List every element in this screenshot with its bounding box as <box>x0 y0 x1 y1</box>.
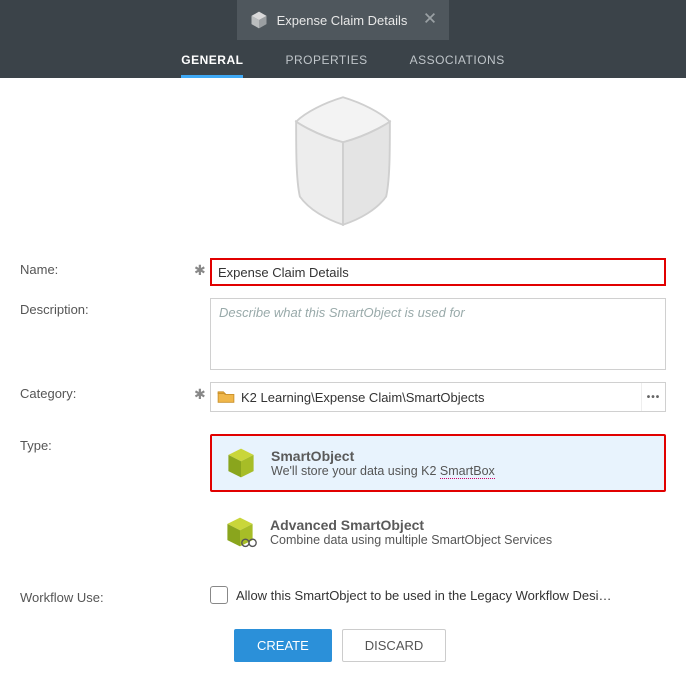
row-name: Name: ✱ <box>20 252 666 292</box>
create-button[interactable]: CREATE <box>234 629 332 662</box>
smartobject-icon <box>223 445 259 481</box>
content-area: Name: ✱ Description: Category: ✱ K <box>0 78 686 682</box>
category-browse-button[interactable]: ••• <box>641 383 665 411</box>
discard-button[interactable]: DISCARD <box>342 629 447 662</box>
tab-general[interactable]: GENERAL <box>181 43 243 78</box>
required-star-icon: ✱ <box>194 386 204 403</box>
workflow-use-checkbox-label: Allow this SmartObject to be used in the… <box>236 588 611 603</box>
cube-icon <box>249 10 269 30</box>
description-input[interactable] <box>210 298 666 370</box>
advanced-smartobject-icon <box>222 514 258 550</box>
name-label: Name: <box>20 258 194 277</box>
category-value: K2 Learning\Expense Claim\SmartObjects <box>241 390 641 405</box>
type-smartobject-sub-link: SmartBox <box>440 464 495 479</box>
category-picker[interactable]: K2 Learning\Expense Claim\SmartObjects •… <box>210 382 666 412</box>
smartobject-cube-icon <box>268 86 418 236</box>
category-label: Category: <box>20 382 194 401</box>
row-category: Category: ✱ K2 Learning\Expense Claim\Sm… <box>20 376 666 418</box>
folder-icon <box>217 390 235 404</box>
type-advanced-title: Advanced SmartObject <box>270 517 552 533</box>
description-label: Description: <box>20 298 194 317</box>
workflow-use-checkbox[interactable] <box>210 586 228 604</box>
window-title-tab: Expense Claim Details <box>237 0 450 40</box>
type-advanced-subtitle: Combine data using multiple SmartObject … <box>270 533 552 547</box>
tab-associations[interactable]: ASSOCIATIONS <box>410 43 505 78</box>
tab-properties[interactable]: PROPERTIES <box>285 43 367 78</box>
workflow-label: Workflow Use: <box>20 586 194 605</box>
illustration-wrap <box>0 78 686 248</box>
row-type: Type: SmartObject <box>20 428 666 566</box>
close-icon[interactable] <box>423 11 437 30</box>
type-label: Type: <box>20 434 194 453</box>
window-title: Expense Claim Details <box>277 13 408 28</box>
window-header: Expense Claim Details <box>0 0 686 40</box>
type-option-advanced[interactable]: Advanced SmartObject Combine data using … <box>210 504 666 560</box>
row-description: Description: <box>20 292 666 376</box>
form: Name: ✱ Description: Category: ✱ K <box>0 248 686 682</box>
type-smartobject-title: SmartObject <box>271 448 495 464</box>
type-smartobject-sub-prefix: We'll store your data using K2 <box>271 464 440 478</box>
required-star-icon: ✱ <box>194 262 204 279</box>
name-input[interactable] <box>210 258 666 286</box>
type-smartobject-subtitle: We'll store your data using K2 SmartBox <box>271 464 495 478</box>
type-option-smartobject[interactable]: SmartObject We'll store your data using … <box>210 434 666 492</box>
row-workflow-use: Workflow Use: Allow this SmartObject to … <box>20 580 666 611</box>
tab-bar: GENERAL PROPERTIES ASSOCIATIONS <box>0 40 686 78</box>
button-row: CREATE DISCARD <box>234 629 666 662</box>
